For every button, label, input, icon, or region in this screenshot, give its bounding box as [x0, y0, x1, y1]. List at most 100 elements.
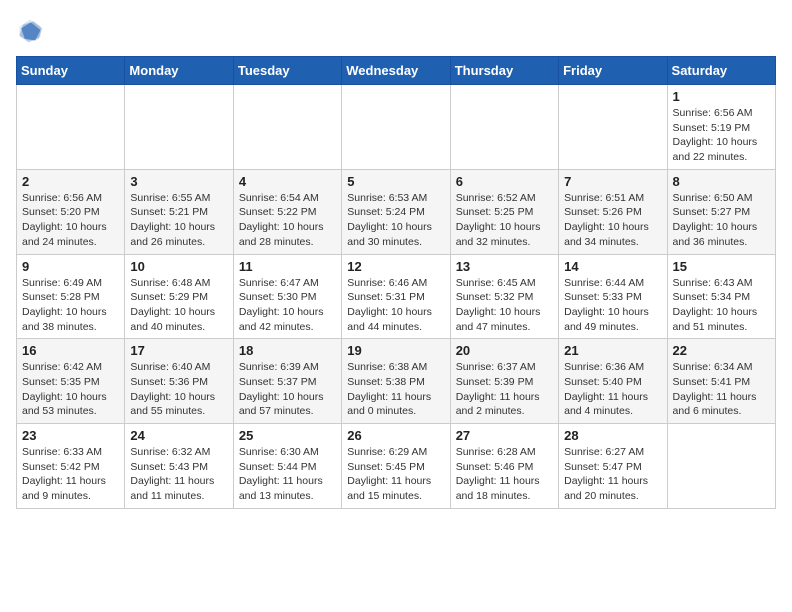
day-number: 18 — [239, 343, 336, 358]
day-number: 17 — [130, 343, 227, 358]
day-number: 20 — [456, 343, 553, 358]
day-number: 27 — [456, 428, 553, 443]
day-number: 22 — [673, 343, 770, 358]
calendar-cell: 28 Sunrise: 6:27 AM Sunset: 5:47 PM Dayli… — [559, 424, 667, 509]
calendar-cell: 12 Sunrise: 6:46 AM Sunset: 5:31 PM Dayli… — [342, 254, 450, 339]
calendar-cell — [125, 85, 233, 170]
weekday-header-thursday: Thursday — [450, 57, 558, 85]
calendar-table: SundayMondayTuesdayWednesdayThursdayFrid… — [16, 56, 776, 509]
day-number: 28 — [564, 428, 661, 443]
day-number: 3 — [130, 174, 227, 189]
day-info: Sunrise: 6:51 AM Sunset: 5:26 PM Dayligh… — [564, 191, 661, 250]
day-number: 26 — [347, 428, 444, 443]
calendar-week-row: 9 Sunrise: 6:49 AM Sunset: 5:28 PM Daylig… — [17, 254, 776, 339]
day-number: 5 — [347, 174, 444, 189]
calendar-cell: 14 Sunrise: 6:44 AM Sunset: 5:33 PM Dayli… — [559, 254, 667, 339]
day-number: 25 — [239, 428, 336, 443]
day-info: Sunrise: 6:29 AM Sunset: 5:45 PM Dayligh… — [347, 445, 444, 504]
day-info: Sunrise: 6:32 AM Sunset: 5:43 PM Dayligh… — [130, 445, 227, 504]
day-info: Sunrise: 6:40 AM Sunset: 5:36 PM Dayligh… — [130, 360, 227, 419]
calendar-cell: 19 Sunrise: 6:38 AM Sunset: 5:38 PM Dayli… — [342, 339, 450, 424]
calendar-cell: 24 Sunrise: 6:32 AM Sunset: 5:43 PM Dayli… — [125, 424, 233, 509]
day-number: 11 — [239, 259, 336, 274]
day-info: Sunrise: 6:45 AM Sunset: 5:32 PM Dayligh… — [456, 276, 553, 335]
day-number: 15 — [673, 259, 770, 274]
day-info: Sunrise: 6:49 AM Sunset: 5:28 PM Dayligh… — [22, 276, 119, 335]
day-info: Sunrise: 6:48 AM Sunset: 5:29 PM Dayligh… — [130, 276, 227, 335]
calendar-cell: 7Sunrise: 6:51 AM Sunset: 5:26 PM Daylig… — [559, 169, 667, 254]
calendar-body: 1 Sunrise: 6:56 AM Sunset: 5:19 PM Daylig… — [17, 85, 776, 509]
day-number: 16 — [22, 343, 119, 358]
calendar-cell: 26 Sunrise: 6:29 AM Sunset: 5:45 PM Dayli… — [342, 424, 450, 509]
calendar-week-row: 2 Sunrise: 6:56 AM Sunset: 5:20 PM Daylig… — [17, 169, 776, 254]
calendar-week-row: 23 Sunrise: 6:33 AM Sunset: 5:42 PM Dayli… — [17, 424, 776, 509]
day-info: Sunrise: 6:53 AM Sunset: 5:24 PM Dayligh… — [347, 191, 444, 250]
page-header — [16, 16, 776, 44]
weekday-header-sunday: Sunday — [17, 57, 125, 85]
weekday-header-row: SundayMondayTuesdayWednesdayThursdayFrid… — [17, 57, 776, 85]
day-number: 9 — [22, 259, 119, 274]
day-number: 24 — [130, 428, 227, 443]
calendar-cell: 8Sunrise: 6:50 AM Sunset: 5:27 PM Daylig… — [667, 169, 775, 254]
calendar-cell: 25 Sunrise: 6:30 AM Sunset: 5:44 PM Dayli… — [233, 424, 341, 509]
day-number: 23 — [22, 428, 119, 443]
calendar-cell: 20 Sunrise: 6:37 AM Sunset: 5:39 PM Dayli… — [450, 339, 558, 424]
calendar-week-row: 16Sunrise: 6:42 AM Sunset: 5:35 PM Dayli… — [17, 339, 776, 424]
calendar-cell: 2 Sunrise: 6:56 AM Sunset: 5:20 PM Daylig… — [17, 169, 125, 254]
calendar-cell: 17 Sunrise: 6:40 AM Sunset: 5:36 PM Dayli… — [125, 339, 233, 424]
day-number: 14 — [564, 259, 661, 274]
day-info: Sunrise: 6:38 AM Sunset: 5:38 PM Dayligh… — [347, 360, 444, 419]
day-info: Sunrise: 6:56 AM Sunset: 5:20 PM Dayligh… — [22, 191, 119, 250]
day-info: Sunrise: 6:39 AM Sunset: 5:37 PM Dayligh… — [239, 360, 336, 419]
day-info: Sunrise: 6:30 AM Sunset: 5:44 PM Dayligh… — [239, 445, 336, 504]
calendar-cell: 10 Sunrise: 6:48 AM Sunset: 5:29 PM Dayli… — [125, 254, 233, 339]
calendar-cell: 3 Sunrise: 6:55 AM Sunset: 5:21 PM Daylig… — [125, 169, 233, 254]
calendar-cell: 13 Sunrise: 6:45 AM Sunset: 5:32 PM Dayli… — [450, 254, 558, 339]
day-info: Sunrise: 6:47 AM Sunset: 5:30 PM Dayligh… — [239, 276, 336, 335]
day-info: Sunrise: 6:56 AM Sunset: 5:19 PM Dayligh… — [673, 106, 770, 165]
day-number: 19 — [347, 343, 444, 358]
weekday-header-wednesday: Wednesday — [342, 57, 450, 85]
day-number: 13 — [456, 259, 553, 274]
day-info: Sunrise: 6:34 AM Sunset: 5:41 PM Dayligh… — [673, 360, 770, 419]
day-number: 4 — [239, 174, 336, 189]
calendar-header: SundayMondayTuesdayWednesdayThursdayFrid… — [17, 57, 776, 85]
calendar-cell — [667, 424, 775, 509]
day-info: Sunrise: 6:50 AM Sunset: 5:27 PM Dayligh… — [673, 191, 770, 250]
day-info: Sunrise: 6:44 AM Sunset: 5:33 PM Dayligh… — [564, 276, 661, 335]
calendar-cell: 18 Sunrise: 6:39 AM Sunset: 5:37 PM Dayli… — [233, 339, 341, 424]
day-info: Sunrise: 6:28 AM Sunset: 5:46 PM Dayligh… — [456, 445, 553, 504]
calendar-cell: 22 Sunrise: 6:34 AM Sunset: 5:41 PM Dayli… — [667, 339, 775, 424]
day-info: Sunrise: 6:27 AM Sunset: 5:47 PM Dayligh… — [564, 445, 661, 504]
calendar-cell: 11 Sunrise: 6:47 AM Sunset: 5:30 PM Dayli… — [233, 254, 341, 339]
day-number: 2 — [22, 174, 119, 189]
calendar-cell: 4 Sunrise: 6:54 AM Sunset: 5:22 PM Daylig… — [233, 169, 341, 254]
day-number: 12 — [347, 259, 444, 274]
calendar-cell: 27 Sunrise: 6:28 AM Sunset: 5:46 PM Dayli… — [450, 424, 558, 509]
day-info: Sunrise: 6:43 AM Sunset: 5:34 PM Dayligh… — [673, 276, 770, 335]
day-number: 10 — [130, 259, 227, 274]
calendar-cell — [233, 85, 341, 170]
day-info: Sunrise: 6:54 AM Sunset: 5:22 PM Dayligh… — [239, 191, 336, 250]
logo — [16, 16, 48, 44]
calendar-cell — [450, 85, 558, 170]
weekday-header-friday: Friday — [559, 57, 667, 85]
weekday-header-tuesday: Tuesday — [233, 57, 341, 85]
day-info: Sunrise: 6:37 AM Sunset: 5:39 PM Dayligh… — [456, 360, 553, 419]
calendar-cell: 9 Sunrise: 6:49 AM Sunset: 5:28 PM Daylig… — [17, 254, 125, 339]
day-info: Sunrise: 6:55 AM Sunset: 5:21 PM Dayligh… — [130, 191, 227, 250]
calendar-week-row: 1 Sunrise: 6:56 AM Sunset: 5:19 PM Daylig… — [17, 85, 776, 170]
calendar-cell: 16Sunrise: 6:42 AM Sunset: 5:35 PM Dayli… — [17, 339, 125, 424]
calendar-cell: 6Sunrise: 6:52 AM Sunset: 5:25 PM Daylig… — [450, 169, 558, 254]
day-number: 6 — [456, 174, 553, 189]
calendar-cell: 23 Sunrise: 6:33 AM Sunset: 5:42 PM Dayli… — [17, 424, 125, 509]
calendar-cell: 15 Sunrise: 6:43 AM Sunset: 5:34 PM Dayli… — [667, 254, 775, 339]
day-number: 1 — [673, 89, 770, 104]
day-info: Sunrise: 6:33 AM Sunset: 5:42 PM Dayligh… — [22, 445, 119, 504]
day-info: Sunrise: 6:36 AM Sunset: 5:40 PM Dayligh… — [564, 360, 661, 419]
weekday-header-saturday: Saturday — [667, 57, 775, 85]
calendar-cell: 21Sunrise: 6:36 AM Sunset: 5:40 PM Dayli… — [559, 339, 667, 424]
weekday-header-monday: Monday — [125, 57, 233, 85]
calendar-cell — [17, 85, 125, 170]
day-info: Sunrise: 6:46 AM Sunset: 5:31 PM Dayligh… — [347, 276, 444, 335]
